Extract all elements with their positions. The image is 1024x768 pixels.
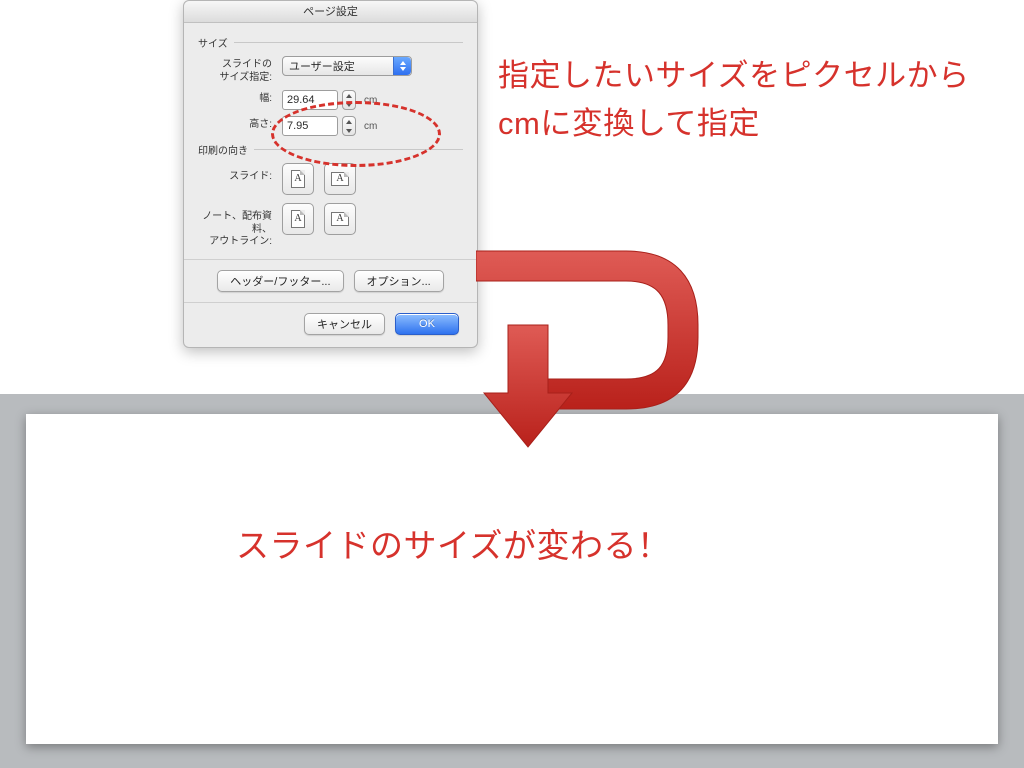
- ok-button[interactable]: OK: [395, 313, 459, 335]
- options-button[interactable]: オプション...: [354, 270, 444, 292]
- divider: [184, 302, 477, 303]
- width-value: 29.64: [287, 94, 315, 106]
- divider: [184, 259, 477, 260]
- slide-orientation-label: スライド:: [198, 163, 282, 184]
- height-unit: cm: [364, 121, 377, 132]
- width-input[interactable]: 29.64: [282, 90, 338, 110]
- chevron-down-icon: [343, 100, 355, 109]
- slide-size-preset-select[interactable]: ユーザー設定: [282, 56, 412, 76]
- header-footer-button[interactable]: ヘッダー/フッター...: [217, 270, 343, 292]
- divider: [254, 149, 463, 150]
- width-label: 幅:: [198, 90, 282, 106]
- notes-orientation-portrait[interactable]: A: [282, 203, 314, 235]
- size-section-label: サイズ: [198, 35, 234, 50]
- select-arrows-icon: [393, 57, 411, 75]
- notes-orientation-label: ノート、配布資料、 アウトライン:: [198, 203, 282, 249]
- slide-orientation-portrait[interactable]: A: [282, 163, 314, 195]
- slide-orientation-landscape[interactable]: A: [324, 163, 356, 195]
- height-label: 高さ:: [198, 116, 282, 132]
- chevron-up-icon: [343, 91, 355, 100]
- page-portrait-icon: A: [291, 170, 305, 188]
- width-unit: cm: [364, 95, 377, 106]
- height-value: 7.95: [287, 120, 308, 132]
- orientation-section-label: 印刷の向き: [198, 142, 254, 157]
- annotation-bottom: スライドのサイズが変わる！: [236, 520, 836, 571]
- height-stepper[interactable]: [342, 116, 356, 136]
- page-landscape-icon: A: [331, 172, 349, 186]
- cancel-button[interactable]: キャンセル: [304, 313, 385, 335]
- divider: [234, 42, 463, 43]
- preset-label: スライドの サイズ指定:: [198, 56, 282, 84]
- page-landscape-icon: A: [331, 212, 349, 226]
- annotation-top: 指定したいサイズをピクセルからcmに変換して指定: [498, 52, 1008, 148]
- dialog-title: ページ設定: [184, 1, 477, 23]
- chevron-down-icon: [343, 126, 355, 135]
- slide-size-preset-value: ユーザー設定: [289, 58, 355, 74]
- page-portrait-icon: A: [291, 210, 305, 228]
- editor-canvas: [0, 394, 1024, 768]
- page-setup-dialog: ページ設定 サイズ スライドの サイズ指定: ユーザー設定 幅:: [183, 0, 478, 348]
- height-input[interactable]: 7.95: [282, 116, 338, 136]
- width-stepper[interactable]: [342, 90, 356, 110]
- slide-preview: [26, 414, 998, 744]
- notes-orientation-landscape[interactable]: A: [324, 203, 356, 235]
- chevron-up-icon: [343, 117, 355, 126]
